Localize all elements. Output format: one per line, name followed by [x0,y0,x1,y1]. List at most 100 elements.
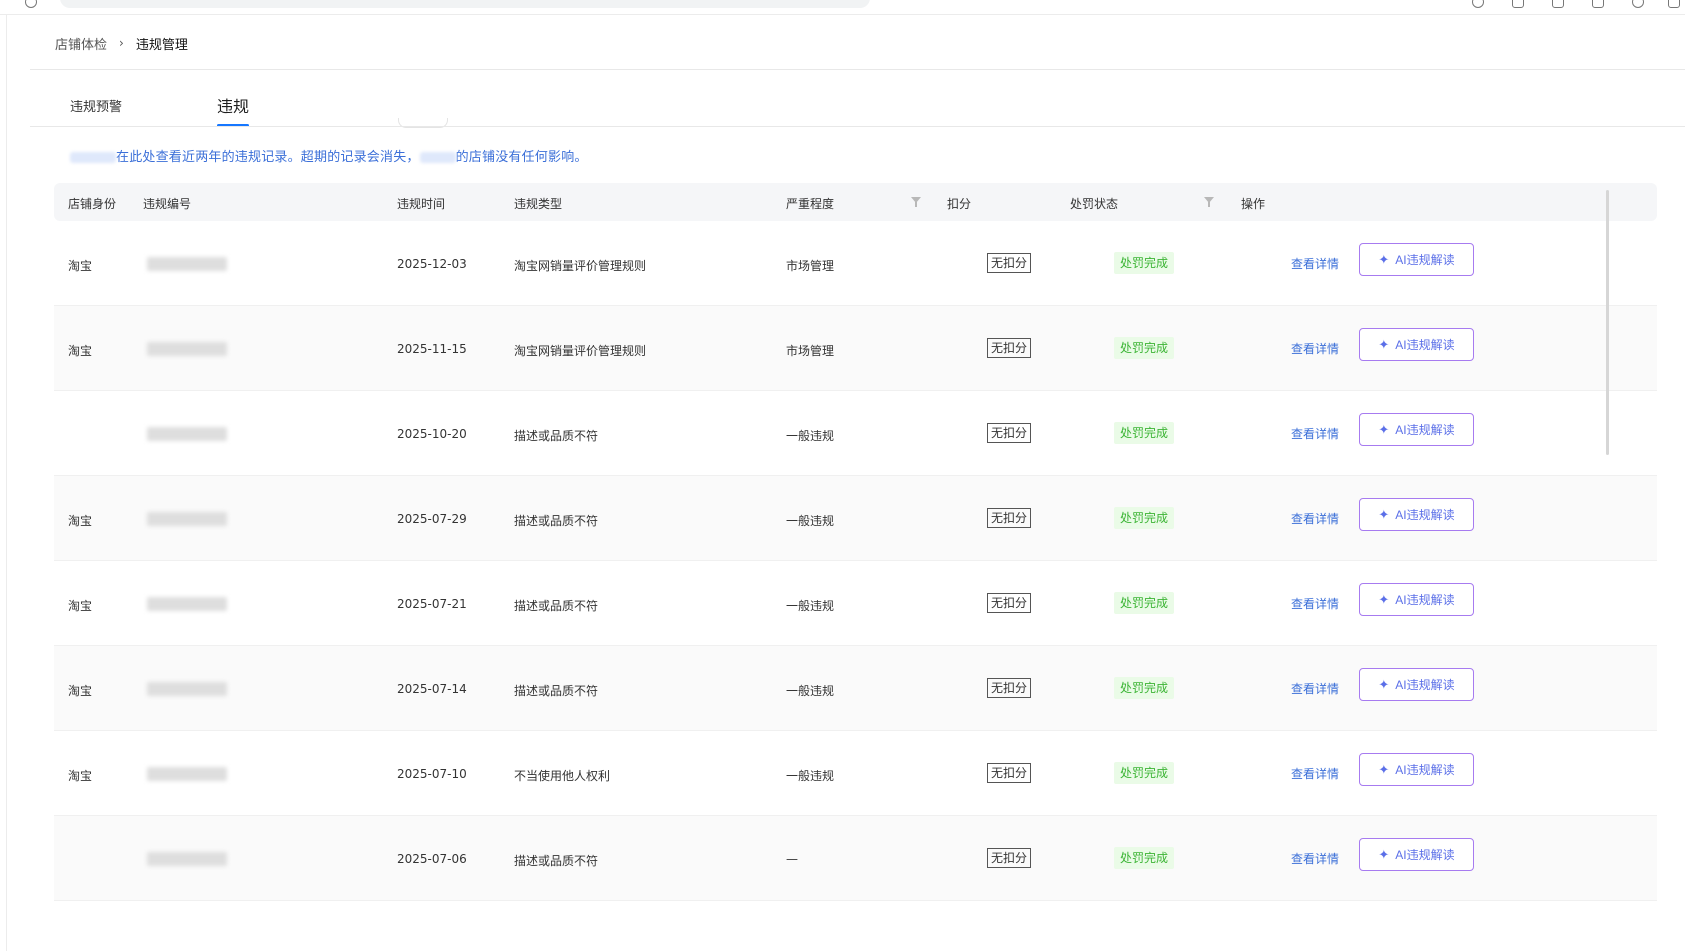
column-header: 扣分 [947,197,972,211]
cell-severity: 一般违规 [786,684,835,698]
cell-identity: 淘宝 [68,514,93,528]
sparkle-icon: ✦ [1378,421,1390,437]
status-badge: 处罚完成 [1114,422,1175,444]
deduct-badge: 无扣分 [987,508,1032,528]
extensions-icon[interactable] [1592,0,1604,8]
view-details-link[interactable]: 查看详情 [1291,680,1339,697]
tab-violation[interactable]: 违规 [217,93,249,117]
table-row: 2025-07-06 描述或品质不符 — 无扣分 处罚完成 查看详情 ✦ AI违… [54,816,1657,901]
ai-interpret-button[interactable]: ✦ AI违规解读 [1359,413,1474,446]
ai-interpret-button[interactable]: ✦ AI违规解读 [1359,668,1474,701]
cell-time: 2025-07-14 [397,682,467,696]
redacted-text [419,152,456,163]
header-divider [30,69,1685,70]
left-divider [6,15,7,951]
redacted-violation-id [147,597,227,611]
zoom-icon[interactable] [1472,0,1484,8]
sparkle-icon: ✦ [1378,761,1390,777]
redacted-text [70,152,116,163]
cell-severity: 一般违规 [786,514,835,528]
cell-time: 2025-07-10 [397,767,467,781]
redacted-violation-id [147,767,227,781]
view-details-link[interactable]: 查看详情 [1291,765,1339,782]
redacted-violation-id [147,852,227,866]
status-badge: 处罚完成 [1114,592,1175,614]
cell-time: 2025-07-21 [397,597,467,611]
share-icon[interactable] [1512,0,1524,8]
table-body: 淘宝 2025-12-03 淘宝网销量评价管理规则 市场管理 无扣分 处罚完成 … [54,221,1657,901]
profile-icon[interactable] [1632,0,1644,8]
cell-type: 描述或品质不符 [514,429,599,443]
status-badge: 处罚完成 [1114,507,1175,529]
cell-severity: 一般违规 [786,769,835,783]
sparkle-icon: ✦ [1378,591,1390,607]
status-badge: 处罚完成 [1114,762,1175,784]
redacted-violation-id [147,427,227,441]
cell-identity: 淘宝 [68,599,93,613]
cell-type: 描述或品质不符 [514,514,599,528]
deduct-badge: 无扣分 [987,678,1032,698]
view-details-link[interactable]: 查看详情 [1291,595,1339,612]
redacted-violation-id [147,512,227,526]
filter-icon[interactable] [1204,197,1214,207]
breadcrumb-separator-icon: › [119,36,124,50]
cell-time: 2025-12-03 [397,257,467,271]
cell-severity: 一般违规 [786,599,835,613]
violation-table: 店铺身份 违规编号 违规时间 违规类型 严重程度 扣分 处罚状态 操作 淘宝 2… [54,183,1657,901]
cell-time: 2025-11-15 [397,342,467,356]
sparkle-icon: ✦ [1378,506,1390,522]
view-details-link[interactable]: 查看详情 [1291,340,1339,357]
status-badge: 处罚完成 [1114,252,1175,274]
view-details-link[interactable]: 查看详情 [1291,850,1339,867]
ai-interpret-button[interactable]: ✦ AI违规解读 [1359,753,1474,786]
cell-type: 淘宝网销量评价管理规则 [514,259,647,273]
cell-type: 描述或品质不符 [514,854,599,868]
deduct-badge: 无扣分 [987,338,1032,358]
cell-type: 不当使用他人权利 [514,769,611,783]
table-row: 淘宝 2025-12-03 淘宝网销量评价管理规则 市场管理 无扣分 处罚完成 … [54,221,1657,306]
sparkle-icon: ✦ [1378,676,1390,692]
ai-button-label: AI违规解读 [1395,338,1455,352]
view-details-link[interactable]: 查看详情 [1291,255,1339,272]
tab-violation-warning[interactable]: 违规预警 [70,96,122,115]
cell-severity: 一般违规 [786,429,835,443]
table-row: 淘宝 2025-11-15 淘宝网销量评价管理规则 市场管理 无扣分 处罚完成 … [54,306,1657,391]
status-badge: 处罚完成 [1114,847,1175,869]
cell-identity: 淘宝 [68,769,93,783]
deduct-badge: 无扣分 [987,593,1032,613]
table-row: 淘宝 2025-07-14 描述或品质不符 一般违规 无扣分 处罚完成 查看详情… [54,646,1657,731]
column-header: 违规编号 [143,197,192,211]
ai-interpret-button[interactable]: ✦ AI违规解读 [1359,838,1474,871]
ai-interpret-button[interactable]: ✦ AI违规解读 [1359,498,1474,531]
cell-severity: — [786,852,798,866]
menu-icon[interactable] [1668,0,1680,8]
ai-button-label: AI违规解读 [1395,593,1455,607]
info-icon[interactable] [25,0,37,8]
bookmark-icon[interactable] [1552,0,1564,8]
breadcrumb: 店铺体检 › 违规管理 [55,33,188,53]
view-details-link[interactable]: 查看详情 [1291,425,1339,442]
view-details-link[interactable]: 查看详情 [1291,510,1339,527]
cell-identity: 淘宝 [68,684,93,698]
cell-severity: 市场管理 [786,259,835,273]
ai-button-label: AI违规解读 [1395,763,1455,777]
column-header: 严重程度 [786,197,835,211]
notice-tail: 的店铺没有任何影响。 [455,150,588,165]
filter-icon[interactable] [911,197,921,207]
redacted-violation-id [147,342,227,356]
ai-interpret-button[interactable]: ✦ AI违规解读 [1359,328,1474,361]
cell-type: 淘宝网销量评价管理规则 [514,344,647,358]
breadcrumb-parent[interactable]: 店铺体检 [55,34,107,53]
table-row: 淘宝 2025-07-21 描述或品质不符 一般违规 无扣分 处罚完成 查看详情… [54,561,1657,646]
ai-interpret-button[interactable]: ✦ AI违规解读 [1359,583,1474,616]
redacted-violation-id [147,682,227,696]
address-bar[interactable] [60,0,870,8]
cell-type: 描述或品质不符 [514,599,599,613]
browser-toolbar [0,0,1685,15]
ai-interpret-button[interactable]: ✦ AI违规解读 [1359,243,1474,276]
cell-time: 2025-07-29 [397,512,467,526]
scrollbar[interactable] [1606,190,1609,455]
ai-button-label: AI违规解读 [1395,253,1455,267]
notice-main: 在此处查看近两年的违规记录。超期的记录会消失， [116,150,420,165]
ai-button-label: AI违规解读 [1395,848,1455,862]
